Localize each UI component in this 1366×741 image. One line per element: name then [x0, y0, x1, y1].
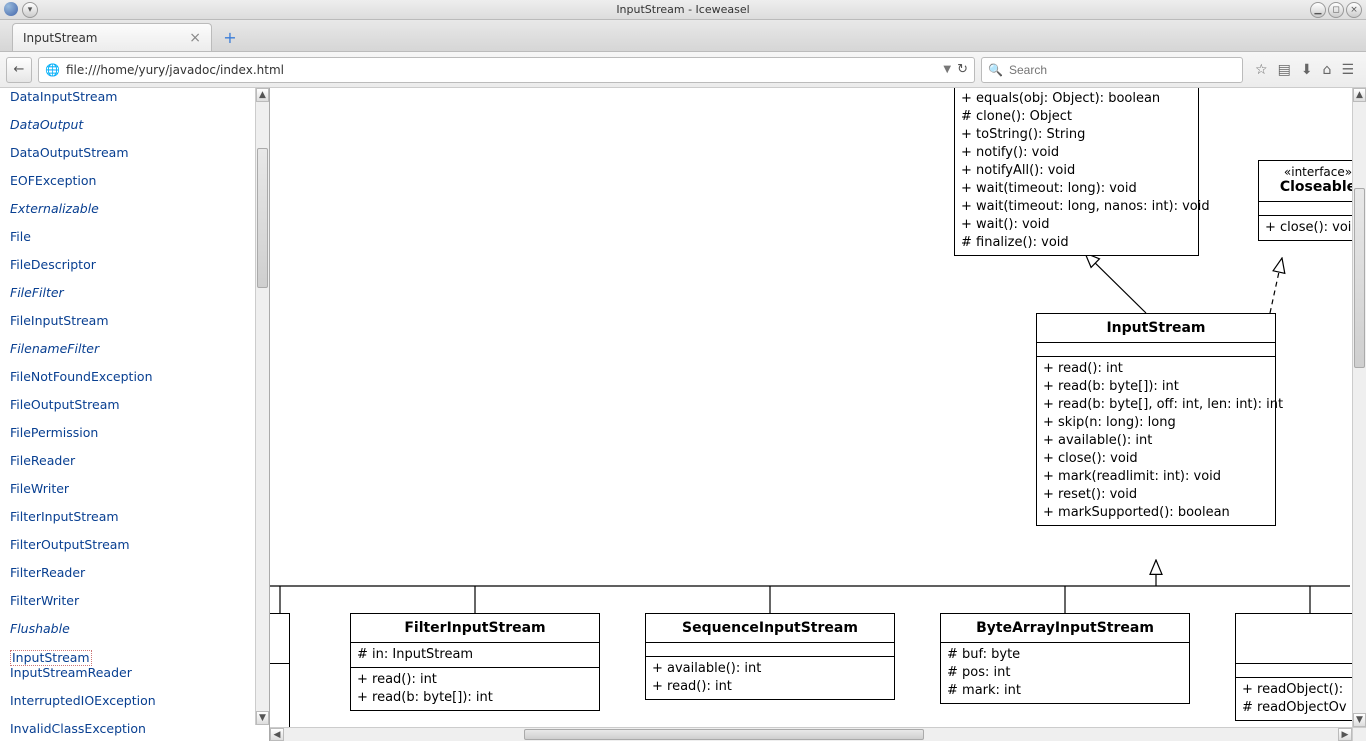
class-link[interactable]: FileNotFoundException	[10, 370, 269, 384]
tab-bar: InputStream × +	[0, 20, 1366, 52]
uml-methods: + available(): int+ read(): int	[646, 657, 894, 699]
tab-inputstream[interactable]: InputStream ×	[12, 23, 212, 51]
uml-class-object[interactable]: + equals(obj: Object): boolean# clone():…	[954, 88, 1199, 256]
sidebar: DataInputStream DataOutput DataOutputStrea…	[0, 88, 270, 741]
uml-methods: + read(): int+ read(b: byte[]): int+ rea…	[1037, 357, 1275, 525]
tab-close-icon[interactable]: ×	[187, 30, 203, 46]
arrow-left-icon: ←	[14, 62, 25, 77]
uml-class-inputstream[interactable]: InputStream + read(): int+ read(b: byte[…	[1036, 313, 1276, 526]
uml-class-name: InputStream	[1037, 314, 1275, 343]
class-link[interactable]: DataOutput	[10, 118, 269, 132]
uml-fields	[270, 664, 289, 678]
class-link[interactable]: FilePermission	[10, 426, 269, 440]
class-link[interactable]: FilenameFilter	[10, 342, 269, 356]
uml-diagram: + equals(obj: Object): boolean# clone():…	[270, 88, 1366, 741]
scroll-corner	[1352, 727, 1366, 741]
uml-class-filterinputstream[interactable]: FilterInputStream # in: InputStream + re…	[350, 613, 600, 711]
class-link[interactable]: InputStreamReader	[10, 666, 269, 680]
main-vertical-scrollbar[interactable]: ▲ ▼	[1352, 88, 1366, 727]
class-link[interactable]: FilterWriter	[10, 594, 269, 608]
uml-methods: + readObject():# readObjectOv	[1236, 678, 1366, 720]
uml-class-name: ByteArrayInputStream	[941, 614, 1189, 643]
main-horizontal-scrollbar[interactable]: ◀ ▶	[270, 727, 1352, 741]
class-link[interactable]: InvalidClassException	[10, 722, 269, 736]
uml-class-name: FilterInputStream	[351, 614, 599, 643]
search-icon: 🔍	[988, 63, 1003, 77]
uml-class-name: Closeable	[1259, 179, 1366, 202]
class-link[interactable]: FileReader	[10, 454, 269, 468]
minimize-button[interactable]: ▁	[1310, 2, 1326, 18]
globe-icon: 🌐	[45, 63, 60, 77]
bookmark-star-icon[interactable]: ☆	[1255, 62, 1268, 78]
class-link[interactable]: DataInputStream	[10, 90, 269, 104]
class-link[interactable]: FilterOutputStream	[10, 538, 269, 552]
uml-class-partial-left[interactable]	[270, 613, 290, 733]
titlebar: ▾ InputStream - Iceweasel ▁ ◻ ×	[0, 0, 1366, 20]
tab-label: InputStream	[23, 31, 187, 45]
reload-icon[interactable]: ↻	[957, 62, 968, 77]
class-link[interactable]: InterruptedIOException	[10, 694, 269, 708]
home-icon[interactable]: ⌂	[1323, 62, 1332, 78]
uml-methods: + close(): void	[1259, 216, 1366, 240]
window-menu-icon[interactable]: ▾	[22, 2, 38, 18]
uml-class-partial-right[interactable]: + readObject():# readObjectOv	[1235, 613, 1366, 721]
uml-class-sequenceinputstream[interactable]: SequenceInputStream + available(): int+ …	[645, 613, 895, 700]
uml-class-name	[270, 614, 289, 664]
uml-methods: + read(): int+ read(b: byte[]): int	[351, 668, 599, 710]
close-button[interactable]: ×	[1346, 2, 1362, 18]
class-link[interactable]: DataOutputStream	[10, 146, 269, 160]
class-list[interactable]: DataInputStream DataOutput DataOutputStrea…	[0, 88, 269, 741]
class-link[interactable]: FileWriter	[10, 482, 269, 496]
reading-list-icon[interactable]: ▤	[1278, 62, 1291, 78]
scroll-thumb[interactable]	[524, 729, 924, 740]
uml-fields	[1037, 343, 1275, 357]
scroll-left-icon[interactable]: ◀	[270, 728, 284, 741]
uml-fields: # in: InputStream	[351, 643, 599, 668]
scroll-up-icon[interactable]: ▲	[1353, 88, 1366, 102]
uml-fields: # buf: byte# pos: int# mark: int	[941, 643, 1189, 703]
diagram-viewport[interactable]: + equals(obj: Object): boolean# clone():…	[270, 88, 1366, 741]
search-bar[interactable]: 🔍	[981, 57, 1243, 83]
uml-class-name	[1236, 614, 1366, 664]
class-link[interactable]: Externalizable	[10, 202, 269, 216]
downloads-icon[interactable]: ⬇	[1301, 62, 1313, 78]
scroll-right-icon[interactable]: ▶	[1338, 728, 1352, 741]
class-link[interactable]: FileDescriptor	[10, 258, 269, 272]
scroll-thumb[interactable]	[257, 148, 268, 288]
uml-stereotype: «interface»	[1259, 161, 1366, 179]
uml-fields	[1259, 202, 1366, 216]
uml-fields	[1236, 664, 1366, 678]
class-link[interactable]: Flushable	[10, 622, 269, 636]
url-bar[interactable]: 🌐 file:///home/yury/javadoc/index.html ▼…	[38, 57, 975, 83]
nav-bar: ← 🌐 file:///home/yury/javadoc/index.html…	[0, 52, 1366, 88]
uml-interface-closeable[interactable]: «interface» Closeable + close(): void	[1258, 160, 1366, 241]
url-text: file:///home/yury/javadoc/index.html	[66, 63, 937, 77]
class-link[interactable]: FileOutputStream	[10, 398, 269, 412]
back-button[interactable]: ←	[6, 57, 32, 83]
class-link[interactable]: File	[10, 230, 269, 244]
content-area: DataInputStream DataOutput DataOutputStrea…	[0, 88, 1366, 741]
url-dropdown-icon[interactable]: ▼	[943, 64, 951, 75]
uml-methods: + equals(obj: Object): boolean# clone():…	[955, 88, 1198, 255]
class-link[interactable]: FileInputStream	[10, 314, 269, 328]
app-icon	[4, 2, 18, 16]
new-tab-button[interactable]: +	[220, 27, 240, 47]
uml-class-name: SequenceInputStream	[646, 614, 894, 643]
sidebar-scrollbar[interactable]: ▲ ▼	[255, 88, 269, 725]
scroll-down-icon[interactable]: ▼	[1353, 713, 1366, 727]
class-link[interactable]: FileFilter	[10, 286, 269, 300]
maximize-button[interactable]: ◻	[1328, 2, 1344, 18]
class-link[interactable]: FilterReader	[10, 566, 269, 580]
search-input[interactable]	[1009, 63, 1236, 77]
class-link[interactable]: InputStream	[10, 650, 92, 666]
menu-icon[interactable]: ☰	[1341, 62, 1354, 78]
scroll-up-icon[interactable]: ▲	[256, 88, 269, 102]
scroll-thumb[interactable]	[1354, 188, 1365, 368]
scroll-down-icon[interactable]: ▼	[256, 711, 269, 725]
window-title: InputStream - Iceweasel	[616, 3, 749, 16]
uml-class-bytearrayinputstream[interactable]: ByteArrayInputStream # buf: byte# pos: i…	[940, 613, 1190, 704]
uml-fields	[646, 643, 894, 657]
class-link[interactable]: EOFException	[10, 174, 269, 188]
class-link[interactable]: FilterInputStream	[10, 510, 269, 524]
